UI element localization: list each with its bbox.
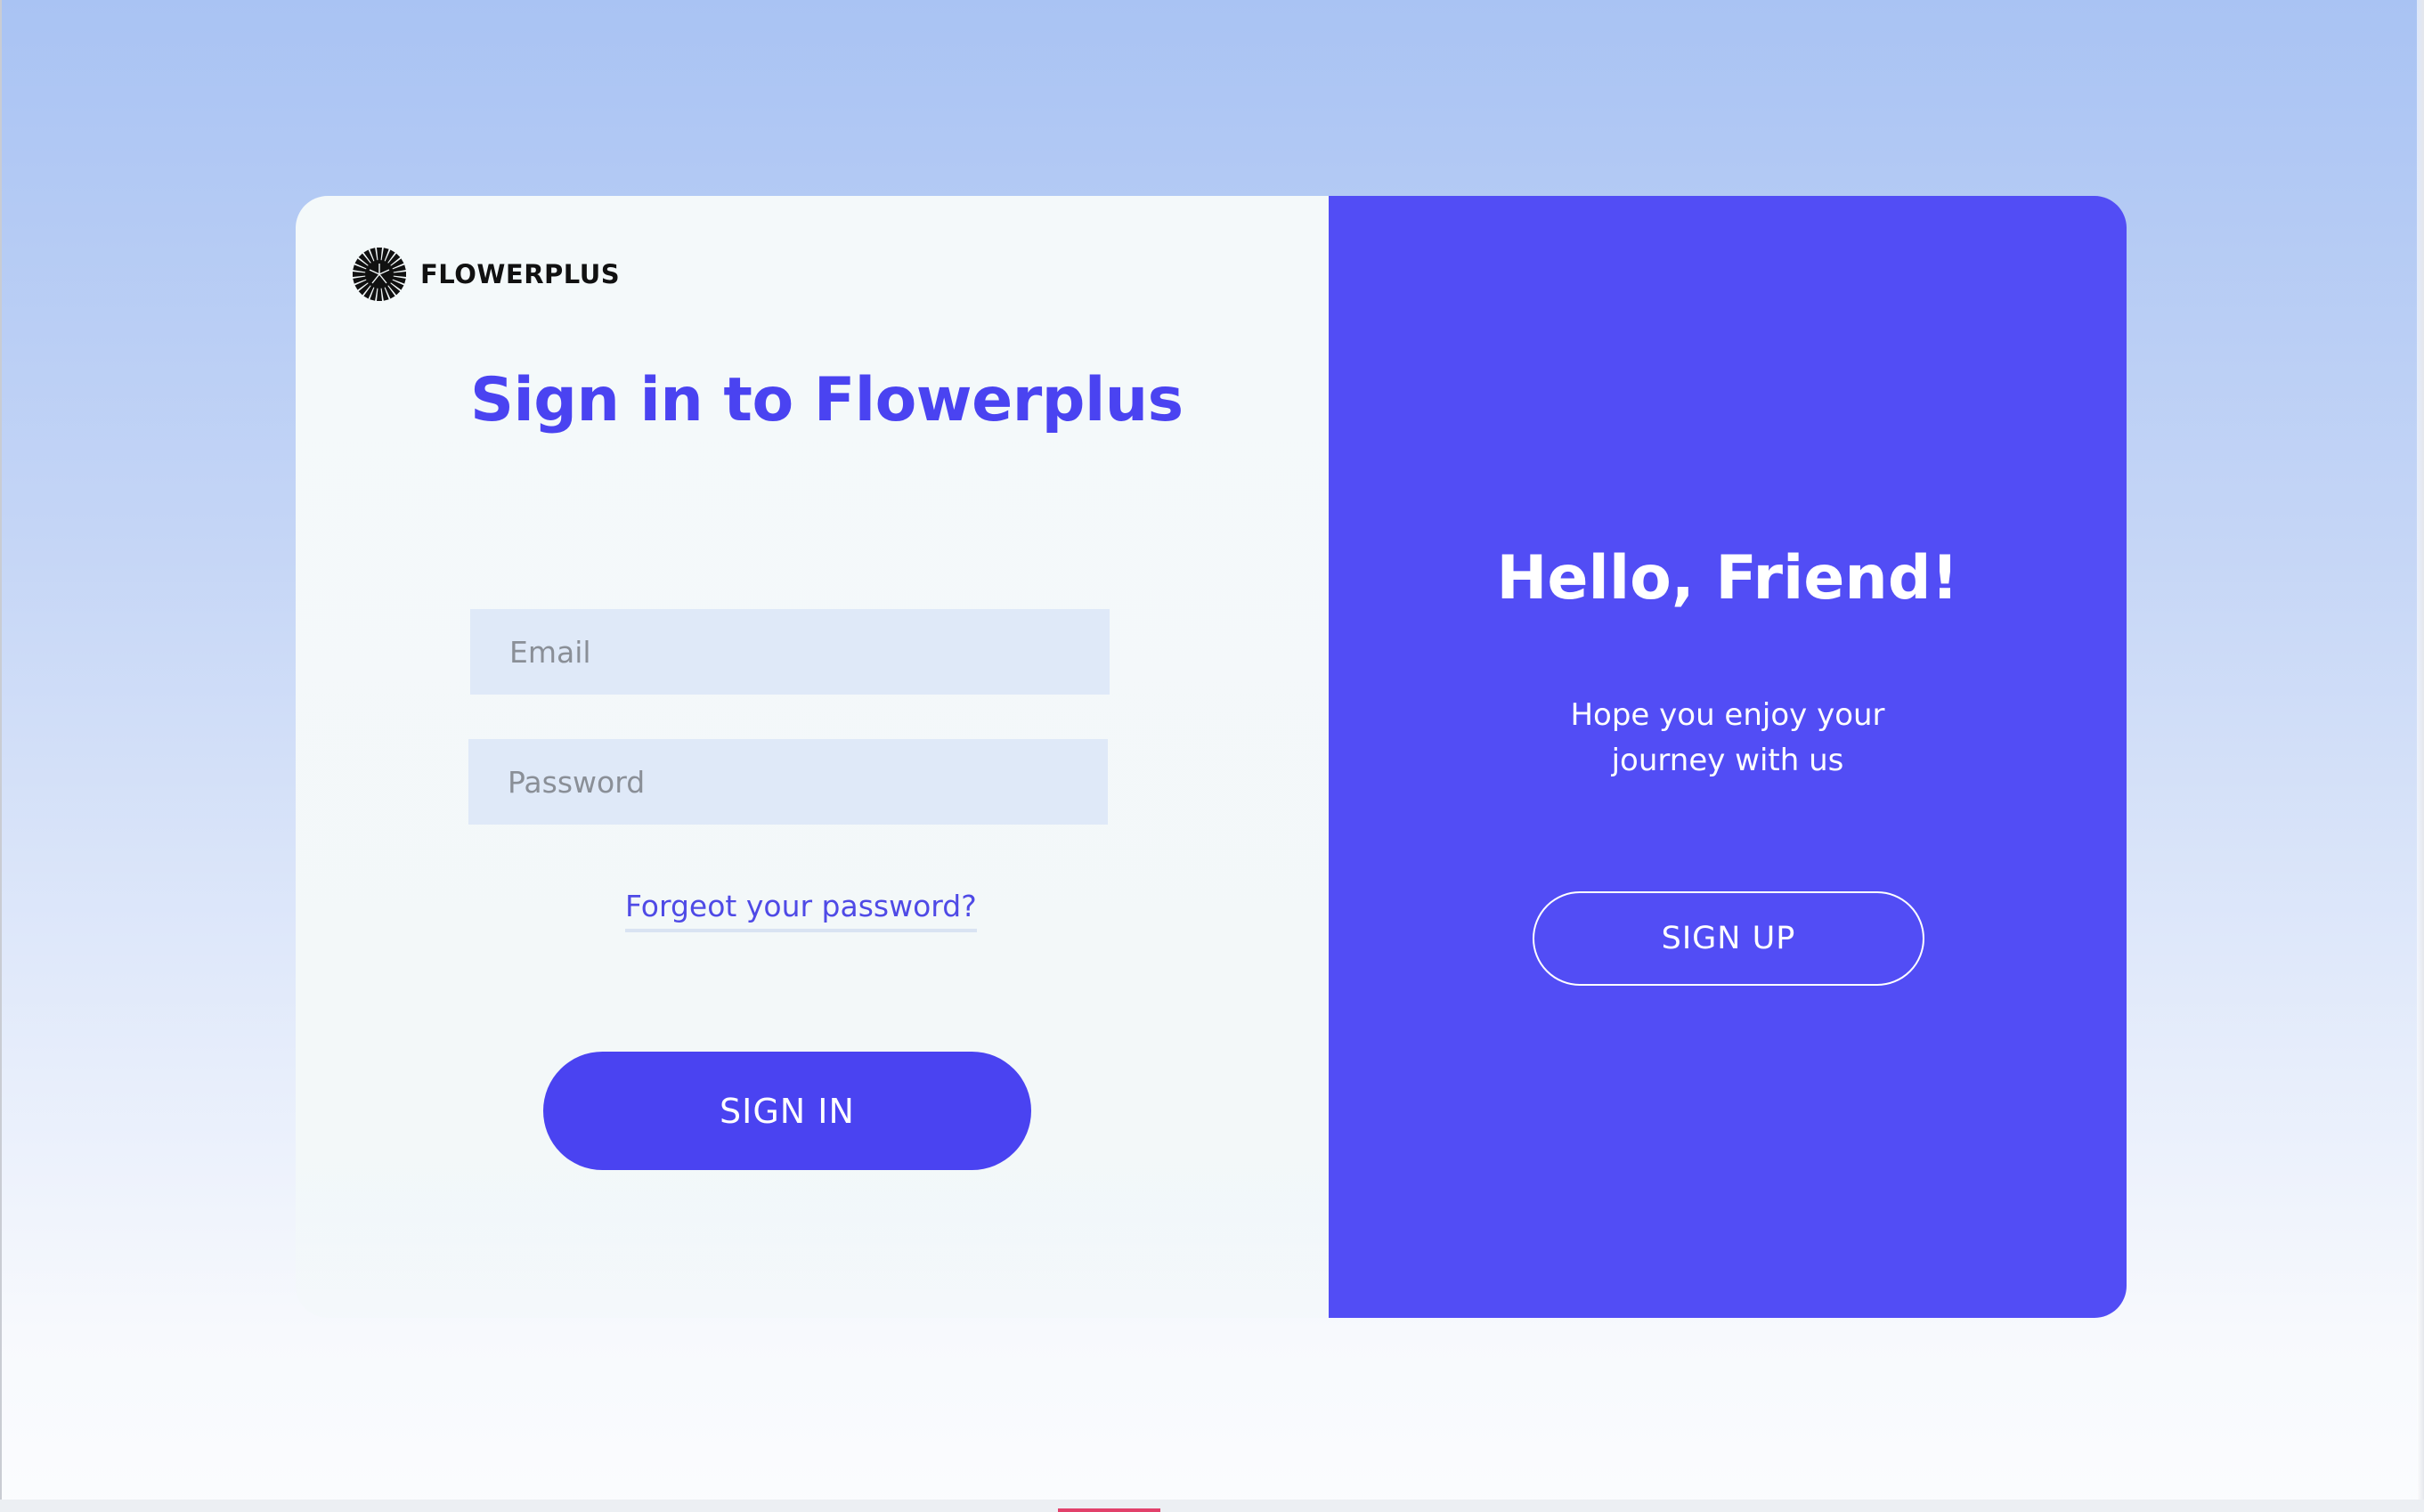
sign-in-button[interactable]: SIGN IN bbox=[543, 1052, 1031, 1170]
auth-card: FLOWERPLUS Sign in to Flowerplus Forgeot… bbox=[296, 196, 2127, 1318]
welcome-panel: Hello, Friend! Hope you enjoy your journ… bbox=[1329, 196, 2127, 1318]
page-title: Sign in to Flowerplus bbox=[470, 365, 1184, 435]
brand-name: FLOWERPLUS bbox=[420, 259, 621, 289]
welcome-heading: Hello, Friend! bbox=[1496, 543, 1959, 614]
sign-up-button[interactable]: SIGN UP bbox=[1533, 891, 1924, 986]
bottom-bar bbox=[0, 1500, 2424, 1512]
window-left-edge bbox=[0, 0, 2, 1512]
welcome-subtitle: Hope you enjoy your journey with us bbox=[1570, 697, 1885, 778]
bottom-indicator bbox=[1058, 1508, 1160, 1512]
flower-logo-icon bbox=[353, 248, 406, 301]
email-field[interactable] bbox=[470, 609, 1110, 695]
forgot-password-link[interactable]: Forgeot your password? bbox=[625, 889, 977, 932]
password-field[interactable] bbox=[468, 739, 1108, 825]
brand: FLOWERPLUS bbox=[351, 246, 620, 303]
window-right-edge bbox=[2417, 0, 2424, 1512]
signin-panel: FLOWERPLUS Sign in to Flowerplus Forgeot… bbox=[296, 196, 1329, 1318]
